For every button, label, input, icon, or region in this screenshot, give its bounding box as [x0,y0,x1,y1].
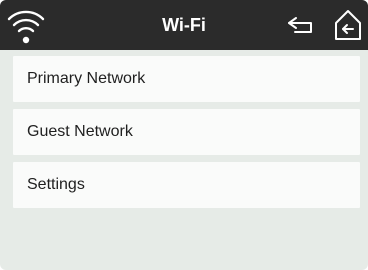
home-back-icon[interactable] [332,8,364,42]
wifi-screen: Wi-Fi Primary Network Guest Network Sett… [0,0,368,270]
menu-item-settings[interactable]: Settings [13,162,360,208]
header-bar: Wi-Fi [0,0,368,50]
menu-item-guest-network[interactable]: Guest Network [13,109,360,155]
network-menu: Primary Network Guest Network Settings [13,56,360,215]
menu-item-primary-network[interactable]: Primary Network [13,56,360,102]
back-arrow-icon[interactable] [284,10,316,40]
